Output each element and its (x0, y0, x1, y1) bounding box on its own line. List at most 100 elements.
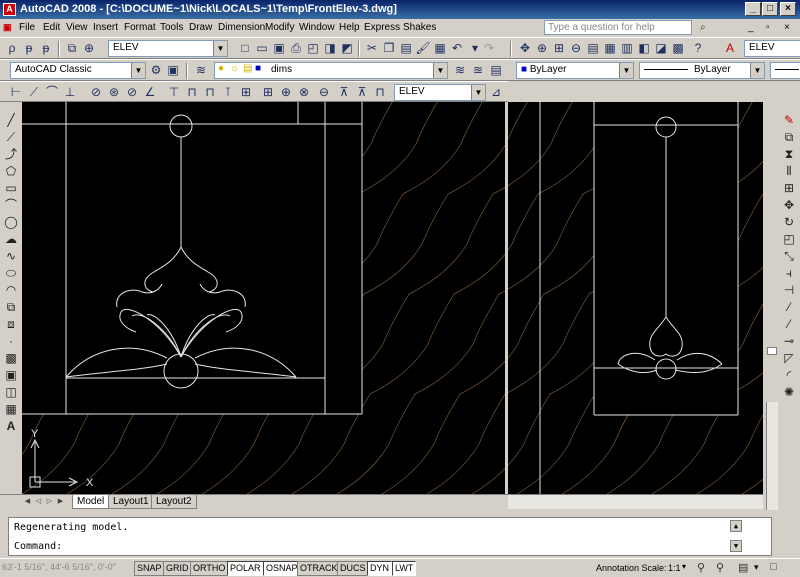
quick-leader-icon[interactable]: ⊺ (220, 84, 236, 100)
new-file-icon[interactable]: □ (237, 40, 253, 56)
move-icon[interactable]: ✥ (781, 197, 797, 213)
rectangle-tool-icon[interactable]: ▭ (3, 180, 19, 196)
fillet-icon[interactable]: ◜ (781, 367, 797, 383)
annotation-scale-value[interactable]: 1:1 (668, 563, 681, 573)
scale-icon[interactable]: ◰ (781, 231, 797, 247)
radius-dimension-icon[interactable]: ⊘ (88, 84, 104, 100)
color-dropdown[interactable]: ■ ByLayer ▼ (516, 62, 634, 79)
center-mark-icon[interactable]: ⊞ (260, 84, 276, 100)
ellipse-tool-icon[interactable]: ⬭ (3, 265, 19, 281)
lineweight-dropdown[interactable] (770, 62, 800, 79)
gradient-tool-icon[interactable]: ▣ (3, 367, 19, 383)
workspace-settings-icon[interactable]: ⚙ (148, 62, 164, 78)
publish-icon[interactable]: ◨ (322, 40, 338, 56)
open-file-icon[interactable]: ▭ (254, 40, 270, 56)
toolbar-grip[interactable] (767, 347, 777, 355)
match-properties-icon[interactable]: 🖌 (415, 40, 431, 56)
dim-style-icon[interactable]: ⊼ (336, 84, 352, 100)
dimension-text-edit-icon[interactable]: ⊗ (296, 84, 312, 100)
grid-toggle[interactable]: GRID (163, 561, 192, 576)
table-tool-icon[interactable]: ▦ (3, 401, 19, 417)
named-view-dropdown[interactable]: ELEV ▼ (108, 40, 228, 57)
break-at-point-icon[interactable]: ⁄ (781, 299, 797, 315)
construction-line-icon[interactable]: ⟋ (3, 129, 19, 145)
chevron-up-icon[interactable]: ▲ (730, 520, 742, 532)
arc-length-icon[interactable]: ⌒ (44, 84, 60, 100)
dim-override-icon[interactable]: ⊼ (354, 84, 370, 100)
menu-file[interactable]: File (19, 22, 35, 33)
close-button[interactable]: × (780, 2, 796, 16)
extend-icon[interactable]: ⊣ (781, 282, 797, 298)
sheet-set-icon[interactable]: ◧ (636, 40, 652, 56)
select-similar-icon[interactable]: ᵽ (38, 40, 54, 56)
dimension-style-dropdown[interactable]: ELEV ▼ (394, 84, 486, 101)
polar-toggle[interactable]: POLAR (227, 561, 264, 576)
pan-icon[interactable]: ✥ (517, 40, 533, 56)
menu-shakes[interactable]: Shakes (403, 22, 436, 33)
redo-icon[interactable]: ↷ (481, 40, 497, 56)
menu-dimension[interactable]: Dimension (218, 22, 265, 33)
hatch-tool-icon[interactable]: ▩ (3, 350, 19, 366)
zoom-window-icon[interactable]: ⊞ (551, 40, 567, 56)
menu-view[interactable]: View (66, 22, 88, 33)
join-icon[interactable]: ⊸ (781, 333, 797, 349)
dyn-toggle[interactable]: DYN (367, 561, 393, 576)
diameter-dimension-icon[interactable]: ⊘ (124, 84, 140, 100)
clean-screen-icon[interactable]: □ (770, 561, 777, 573)
arc-tool-icon[interactable]: ⌒ (3, 197, 19, 213)
undo-icon[interactable]: ↶ (449, 40, 465, 56)
otrack-toggle[interactable]: OTRACK (297, 561, 341, 576)
rotate-icon[interactable]: ↻ (781, 214, 797, 230)
angular-dimension-icon[interactable]: ∠ (142, 84, 158, 100)
drawing-canvas[interactable]: Y X (22, 102, 763, 494)
next-tab-icon[interactable]: ▷ (44, 496, 55, 508)
annotation-scale-dropdown-icon[interactable]: ▾ (682, 562, 686, 571)
lwt-toggle[interactable]: LWT (392, 561, 417, 576)
line-tool-icon[interactable]: ╱ (3, 112, 19, 128)
auto-scale-icon[interactable]: ⚲ (716, 561, 724, 574)
jogged-dimension-icon[interactable]: ⊛ (106, 84, 122, 100)
ortho-toggle[interactable]: ORTHO (190, 561, 229, 576)
layer-previous-icon[interactable]: ≊ (470, 62, 486, 78)
menu-format[interactable]: Format (124, 22, 156, 33)
linear-dimension-icon[interactable]: ⊢ (8, 84, 24, 100)
polygon-tool-icon[interactable]: ⬠ (3, 163, 19, 179)
aligned-dimension-icon[interactable]: ⟋ (26, 84, 42, 100)
markup-icon[interactable]: ◪ (653, 40, 669, 56)
menu-express[interactable]: Express (364, 22, 400, 33)
lock-icon[interactable]: ▤ (738, 561, 748, 574)
dimension-edit-icon[interactable]: ⊕ (278, 84, 294, 100)
quick-dimension-icon[interactable]: ⊤ (166, 84, 182, 100)
multiline-text-icon[interactable]: A (3, 418, 19, 434)
cut-icon[interactable]: ✂ (364, 40, 380, 56)
doc-close-button[interactable]: × (784, 22, 790, 33)
layer-states-icon[interactable]: ▤ (488, 62, 504, 78)
help-search-icon[interactable]: ⌕ (700, 22, 706, 33)
circle-tool-icon[interactable]: ◯ (3, 214, 19, 230)
polyline-tool-icon[interactable]: ⤴ (3, 146, 19, 162)
menu-help[interactable]: Help (339, 22, 360, 33)
revision-cloud-icon[interactable]: ☁ (3, 231, 19, 247)
save-icon[interactable]: ▣ (271, 40, 287, 56)
annotation-visibility-icon[interactable]: ⚲ (697, 561, 705, 574)
doc-restore-button[interactable]: ▫ (766, 22, 770, 33)
ellipse-arc-icon[interactable]: ◠ (3, 282, 19, 298)
ordinate-dimension-icon[interactable]: ⊥ (62, 84, 78, 100)
quick-select-icon[interactable]: ᵽ (21, 40, 37, 56)
baseline-dimension-icon[interactable]: ⊓ (184, 84, 200, 100)
dimension-update-icon[interactable]: ⊖ (316, 84, 332, 100)
paste-icon[interactable]: ▤ (398, 40, 414, 56)
viewport-divider[interactable] (505, 102, 508, 494)
maximize-button[interactable]: □ (762, 2, 778, 16)
make-object-layer-current-icon[interactable]: ≋ (452, 62, 468, 78)
help-search-input[interactable]: Type a question for help (544, 20, 692, 35)
status-menu-icon[interactable]: ▾ (754, 562, 759, 573)
workspace-save-icon[interactable]: ▣ (165, 62, 181, 78)
text-style-icon[interactable]: A (722, 40, 738, 56)
explode-icon[interactable]: ✺ (781, 384, 797, 400)
trim-icon[interactable]: ⫞ (781, 265, 797, 281)
menu-edit[interactable]: Edit (43, 22, 60, 33)
tolerance-icon[interactable]: ⊞ (238, 84, 254, 100)
find-icon[interactable]: ρ (4, 40, 20, 56)
prev-tab-icon[interactable]: ◁ (33, 496, 44, 508)
